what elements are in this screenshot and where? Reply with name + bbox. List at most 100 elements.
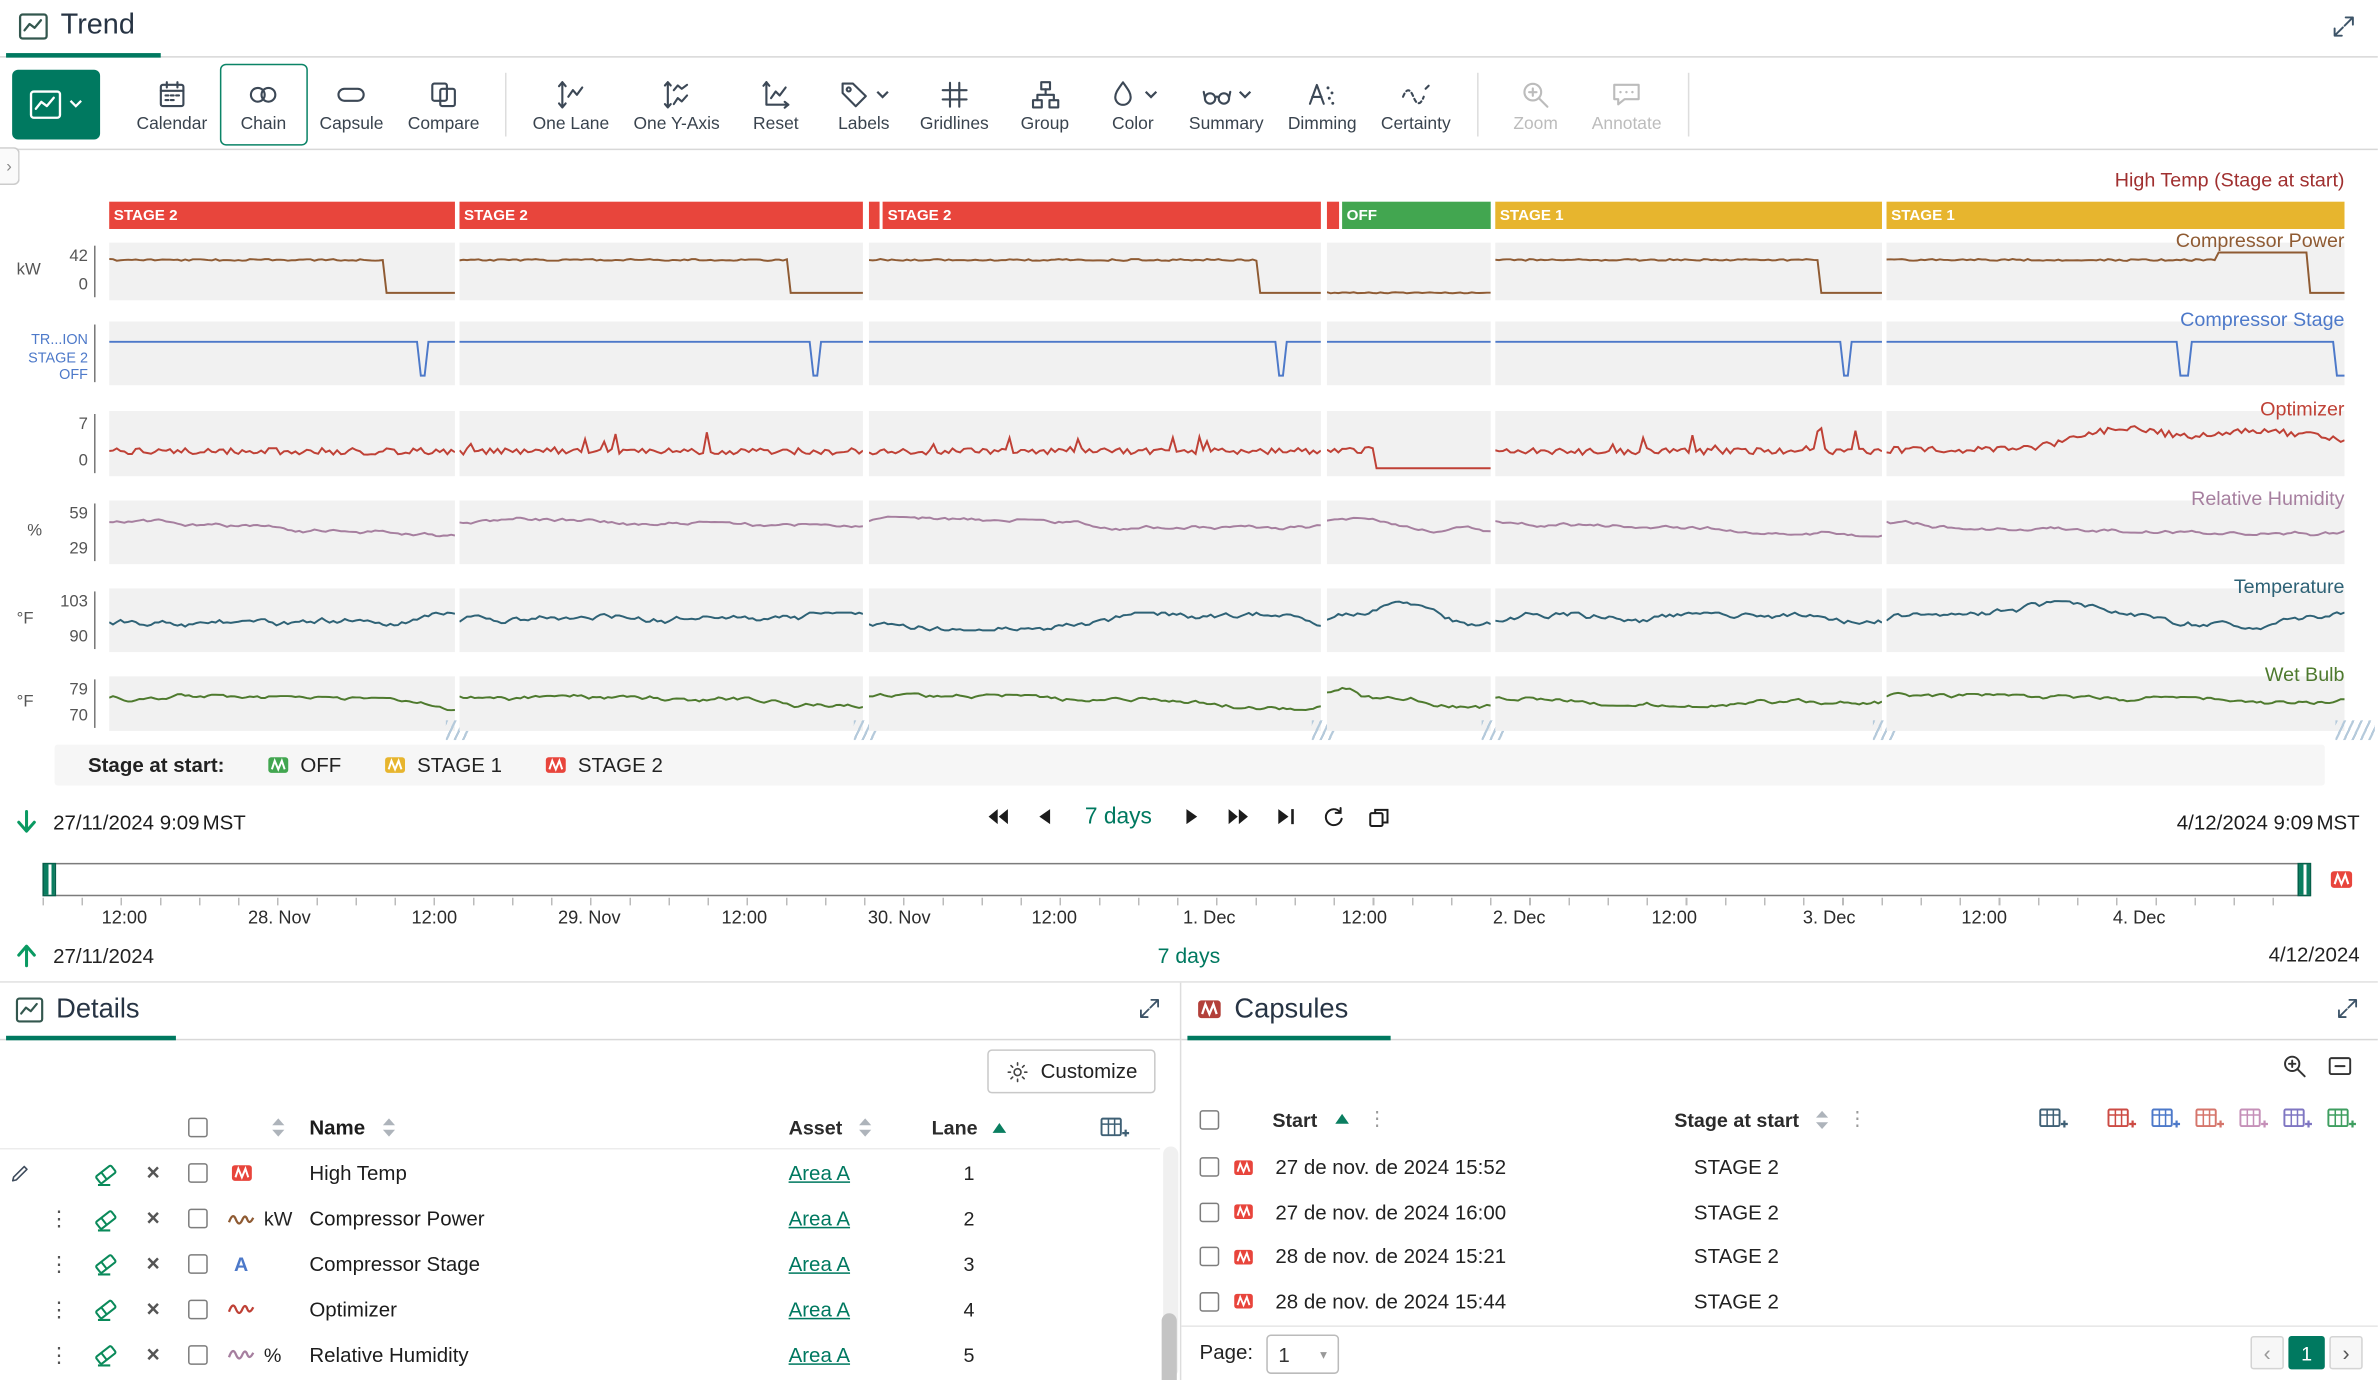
lane-band[interactable] [459,243,863,301]
toolbar-button-zoom[interactable]: Zoom [1492,63,1580,145]
lane-band[interactable] [109,411,455,476]
investigate-range-start-arrow-icon[interactable] [12,940,41,970]
start-column-header[interactable]: Start [1272,1108,1317,1131]
timeline-capsule-toggle-icon[interactable] [2319,861,2364,897]
lane-band[interactable] [459,500,863,564]
chart-column[interactable]: STAGE 2 [109,150,455,744]
asset-link[interactable]: Area A [789,1253,850,1276]
stage-column-header[interactable]: Stage at start [1674,1108,1799,1131]
add-column-icon[interactable] [1099,1114,1129,1141]
row-menu-icon[interactable]: ⋮ [36,1251,81,1277]
item-name[interactable]: High Temp [309,1162,788,1185]
lane-band[interactable] [1327,500,1491,564]
sort-asc-icon[interactable] [991,1121,1006,1133]
item-name[interactable]: Optimizer [309,1298,788,1321]
toolbar-button-one-y-axis[interactable]: One Y-Axis [621,63,732,145]
lane-band[interactable] [869,676,1321,731]
row-checkbox[interactable] [187,1209,207,1229]
capsule-segment[interactable]: STAGE 1 [1495,202,1882,229]
chart-column[interactable]: STAGE 1 [1495,150,1882,744]
lane-band[interactable] [1495,676,1882,731]
details-row[interactable]: ⋮×OptimizerArea A4 [0,1287,1160,1332]
trend-tab[interactable]: Trend [18,9,135,42]
lane-band[interactable] [1887,411,2345,476]
capsule-checkbox[interactable] [1200,1247,1220,1267]
capsule-row[interactable]: 28 de nov. de 2024 15:21STAGE 2 [1181,1234,2362,1279]
row-checkbox[interactable] [187,1299,207,1319]
capsule-row[interactable]: 27 de nov. de 2024 15:52STAGE 2 [1181,1145,2362,1190]
fast-forward-icon[interactable] [1226,805,1252,828]
capsule-segment[interactable]: STAGE 2 [109,202,455,229]
toolbar-button-reset[interactable]: Reset [732,63,820,145]
capsule-segment[interactable] [869,202,880,229]
scrubber-right-handle[interactable] [2297,863,2311,896]
capsules-expand-icon[interactable] [2335,996,2359,1020]
toolbar-button-color[interactable]: Color [1089,63,1177,145]
lane-band[interactable] [869,243,1321,301]
row-menu-icon[interactable]: ⋮ [36,1206,81,1232]
lane-band[interactable] [1495,500,1882,564]
asset-column-header[interactable]: Asset [789,1116,843,1139]
capsule-checkbox[interactable] [1200,1157,1220,1177]
capsules-title-tab[interactable]: Capsules [1197,993,1349,1025]
lane-band[interactable] [1887,500,2345,564]
details-row[interactable]: ⋮×ACompressor StageArea A3 [0,1241,1160,1286]
lane-band[interactable] [1495,321,1882,385]
lane-band[interactable] [459,676,863,731]
lane-band[interactable] [109,243,455,301]
row-menu-icon[interactable]: ⋮ [36,1341,81,1367]
details-scrollbar[interactable] [1163,1146,1178,1377]
lane-band[interactable] [1327,588,1491,652]
details-expand-icon[interactable] [1137,996,1161,1020]
lane-band[interactable] [109,676,455,731]
eraser-icon[interactable] [82,1250,131,1277]
chart-column[interactable]: STAGE 2 [459,150,863,744]
remove-icon[interactable]: × [130,1251,175,1277]
remove-icon[interactable]: × [130,1206,175,1232]
toolbar-button-one-lane[interactable]: One Lane [520,63,621,145]
investigate-range-duration[interactable]: 7 days [1158,943,1221,967]
next-page-button[interactable]: › [2329,1336,2362,1369]
lane-band[interactable] [869,321,1321,385]
rewind-icon[interactable] [985,805,1011,828]
details-row[interactable]: ⋮×kWCompressor PowerArea A2 [0,1196,1160,1241]
step-forward-icon[interactable] [1179,805,1205,828]
lane-band[interactable] [459,411,863,476]
eraser-icon[interactable] [82,1205,131,1232]
trend-chart[interactable]: STAGE 2STAGE 2STAGE 2OFFSTAGE 1STAGE 1Hi… [0,150,2378,744]
asset-link[interactable]: Area A [789,1207,850,1230]
lane-band[interactable] [1495,588,1882,652]
capsule-segment[interactable]: STAGE 2 [883,202,1321,229]
capsule-segment[interactable]: STAGE 1 [1887,202,2345,229]
toolbar-button-dimming[interactable]: Dimming [1276,63,1369,145]
eraser-icon[interactable] [82,1341,131,1368]
lane-band[interactable] [1887,321,2345,385]
select-all-checkbox[interactable] [187,1118,207,1138]
row-checkbox[interactable] [187,1344,207,1364]
lane-band[interactable] [869,500,1321,564]
asset-link[interactable]: Area A [789,1162,850,1185]
toolbar-button-certainty[interactable]: Certainty [1369,63,1463,145]
panel-expand-tab[interactable]: › [0,147,20,185]
details-row[interactable]: ×High TempArea A1 [0,1151,1160,1196]
lane-band[interactable] [1327,321,1491,385]
step-back-icon[interactable] [1032,805,1058,828]
add-column-icon[interactable] [2150,1106,2180,1133]
column-menu-icon[interactable]: ⋮ [1848,1107,1868,1131]
eraser-icon[interactable] [82,1160,131,1187]
lane-band[interactable] [1327,411,1491,476]
add-column-icon[interactable] [2194,1106,2224,1133]
toolbar-button-labels[interactable]: Labels [820,63,908,145]
zoom-in-icon[interactable] [2281,1052,2308,1079]
prev-page-button[interactable]: ‹ [2250,1336,2283,1369]
display-range-duration[interactable]: 7 days [1085,804,1152,830]
lane-band[interactable] [459,588,863,652]
refresh-icon[interactable] [1320,804,1346,830]
sort-icon[interactable] [271,1118,285,1138]
toolbar-button-calendar[interactable]: Calendar [124,63,219,145]
eraser-icon[interactable] [82,1296,131,1323]
row-checkbox[interactable] [187,1164,207,1184]
add-column-icon[interactable] [2282,1106,2312,1133]
add-column-icon[interactable] [2326,1106,2356,1133]
sort-icon[interactable] [1816,1109,1830,1129]
